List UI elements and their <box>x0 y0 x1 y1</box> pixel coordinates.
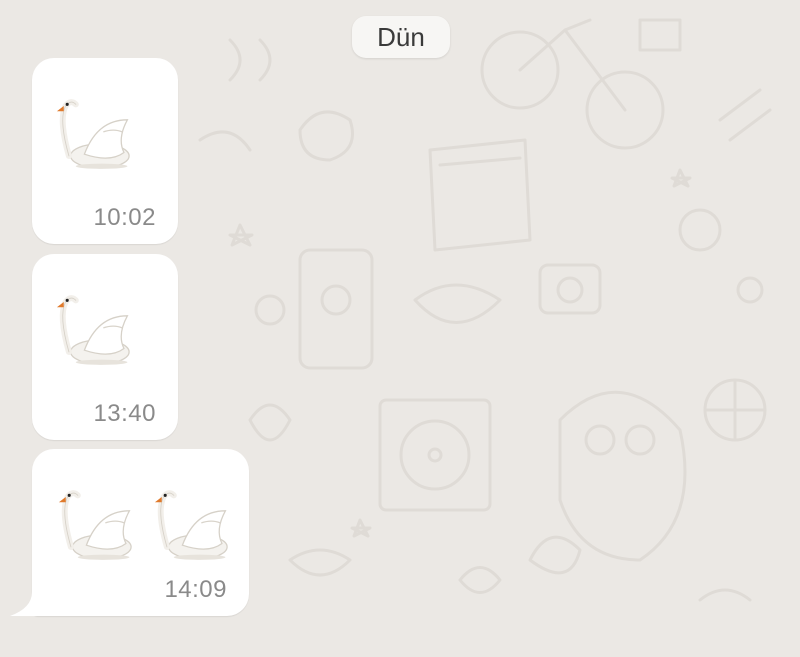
message-timestamp: 14:09 <box>164 576 227 603</box>
message-bubble[interactable]: 10:02 <box>32 58 178 244</box>
emoji-row <box>50 94 136 180</box>
swan-icon <box>56 99 130 169</box>
message-bubble[interactable]: 13:40 <box>32 254 178 440</box>
bubble-tail <box>10 592 40 616</box>
message-bubble[interactable]: 14:09 <box>10 449 249 616</box>
message-timestamp: 10:02 <box>93 204 156 231</box>
emoji-row <box>52 485 234 571</box>
swan-icon <box>56 295 130 365</box>
date-separator-label: Dün <box>377 21 425 52</box>
swan-icon <box>58 490 132 560</box>
emoji-row <box>50 290 136 376</box>
date-separator: Dün <box>352 16 450 58</box>
message-timestamp: 13:40 <box>93 400 156 427</box>
swan-icon <box>154 490 228 560</box>
